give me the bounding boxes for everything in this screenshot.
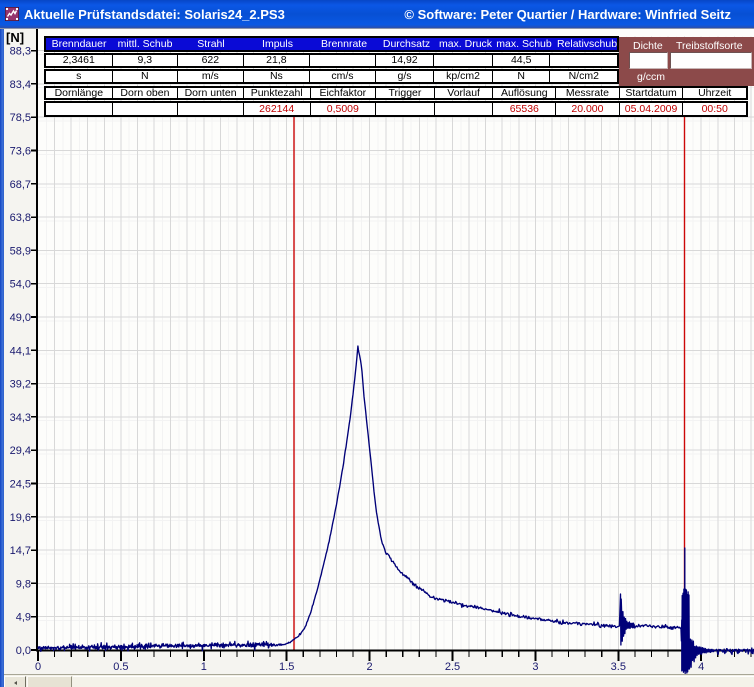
svg-text:54,0: 54,0: [10, 279, 31, 291]
svg-text:0.5: 0.5: [113, 661, 128, 673]
svg-text:2: 2: [367, 661, 373, 673]
svg-text:78,5: 78,5: [10, 112, 31, 124]
svg-text:0,0: 0,0: [16, 645, 31, 657]
svg-text:49,0: 49,0: [10, 312, 31, 324]
svg-text:9,8: 9,8: [16, 578, 31, 590]
svg-text:4,9: 4,9: [16, 612, 31, 624]
svg-text:83,4: 83,4: [10, 79, 31, 91]
svg-text:2.5: 2.5: [445, 661, 460, 673]
svg-text:3: 3: [532, 661, 538, 673]
svg-text:58,9: 58,9: [10, 245, 31, 257]
svg-text:88,3: 88,3: [10, 46, 31, 58]
svg-text:63,8: 63,8: [10, 212, 31, 224]
svg-text:44,1: 44,1: [10, 345, 31, 357]
svg-text:0: 0: [35, 661, 41, 673]
svg-text:1.5: 1.5: [279, 661, 294, 673]
svg-text:3.5: 3.5: [611, 661, 626, 673]
svg-text:68,7: 68,7: [10, 179, 31, 191]
svg-text:4: 4: [698, 661, 704, 673]
svg-text:29,4: 29,4: [10, 445, 31, 457]
svg-text:39,2: 39,2: [10, 379, 31, 391]
svg-text:19,6: 19,6: [10, 512, 31, 524]
svg-text:24,5: 24,5: [10, 479, 31, 491]
svg-text:34,3: 34,3: [10, 412, 31, 424]
svg-text:1: 1: [201, 661, 207, 673]
svg-text:73,6: 73,6: [10, 146, 31, 158]
svg-text:14,7: 14,7: [10, 545, 31, 557]
